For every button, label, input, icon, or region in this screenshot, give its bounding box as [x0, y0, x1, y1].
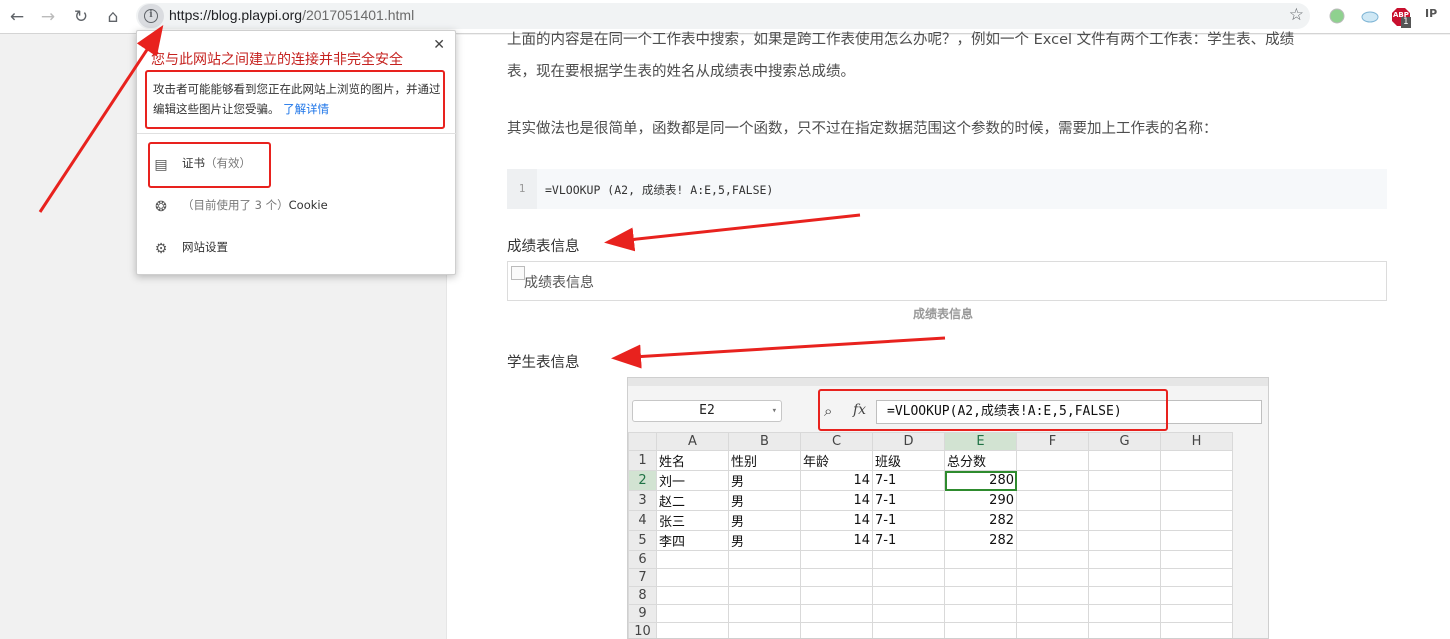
annotation-arrows — [38, 24, 946, 369]
